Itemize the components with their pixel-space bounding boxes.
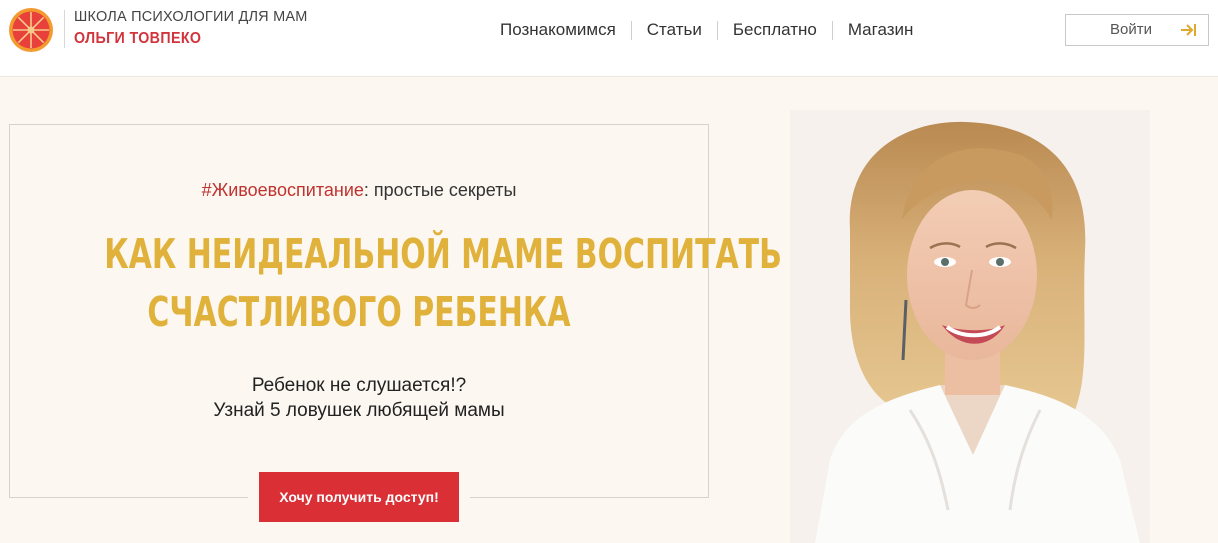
- hero-subtext: Ребенок не слушается!? Узнай 5 ловушек л…: [10, 373, 708, 423]
- subtext-line-2: Узнай 5 ловушек любящей мамы: [213, 400, 505, 421]
- headline-line-2: СЧАСТЛИВОГО РЕБЕНКА: [147, 288, 571, 336]
- hero-headline: КАК НЕИДЕАЛЬНОЙ МАМЕ ВОСПИТАТЬ СЧАСТЛИВО…: [10, 225, 782, 341]
- get-access-button[interactable]: Хочу получить доступ!: [259, 472, 459, 522]
- hero-card: #Живоевоспитание: простые секреты КАК НЕ…: [9, 124, 782, 498]
- nav-item-about[interactable]: Познакомимся: [485, 20, 631, 40]
- subtext-line-1: Ребенок не слушается!?: [251, 375, 467, 396]
- login-button[interactable]: Войти: [1065, 14, 1209, 46]
- logo-author-name: ОЛЬГИ ТОВПЕКО: [74, 30, 202, 47]
- author-photo: [790, 110, 1150, 543]
- citrus-slice-icon: [9, 8, 53, 52]
- sign-in-arrow-icon: [1181, 24, 1196, 36]
- logo-divider: [64, 10, 65, 48]
- hero-tagline: #Живоевоспитание: простые секреты: [10, 180, 708, 201]
- nav-item-articles[interactable]: Статьи: [632, 20, 717, 40]
- tagline-text: : простые секреты: [363, 180, 517, 200]
- nav-item-free[interactable]: Бесплатно: [718, 20, 832, 40]
- logo-link[interactable]: ШКОЛА ПСИХОЛОГИИ ДЛЯ МАМ ОЛЬГИ ТОВПЕКО: [8, 7, 318, 53]
- site-header: ШКОЛА ПСИХОЛОГИИ ДЛЯ МАМ ОЛЬГИ ТОВПЕКО П…: [0, 0, 1218, 77]
- hashtag-link[interactable]: #Живоевоспитание: [202, 180, 364, 200]
- logo-school-name: ШКОЛА ПСИХОЛОГИИ ДЛЯ МАМ: [74, 9, 308, 25]
- login-label: Войти: [1110, 21, 1152, 38]
- main-nav: Познакомимся Статьи Бесплатно Магазин: [485, 18, 928, 42]
- nav-item-shop[interactable]: Магазин: [833, 20, 929, 40]
- headline-line-1: КАК НЕИДЕАЛЬНОЙ МАМЕ ВОСПИТАТЬ: [104, 230, 782, 278]
